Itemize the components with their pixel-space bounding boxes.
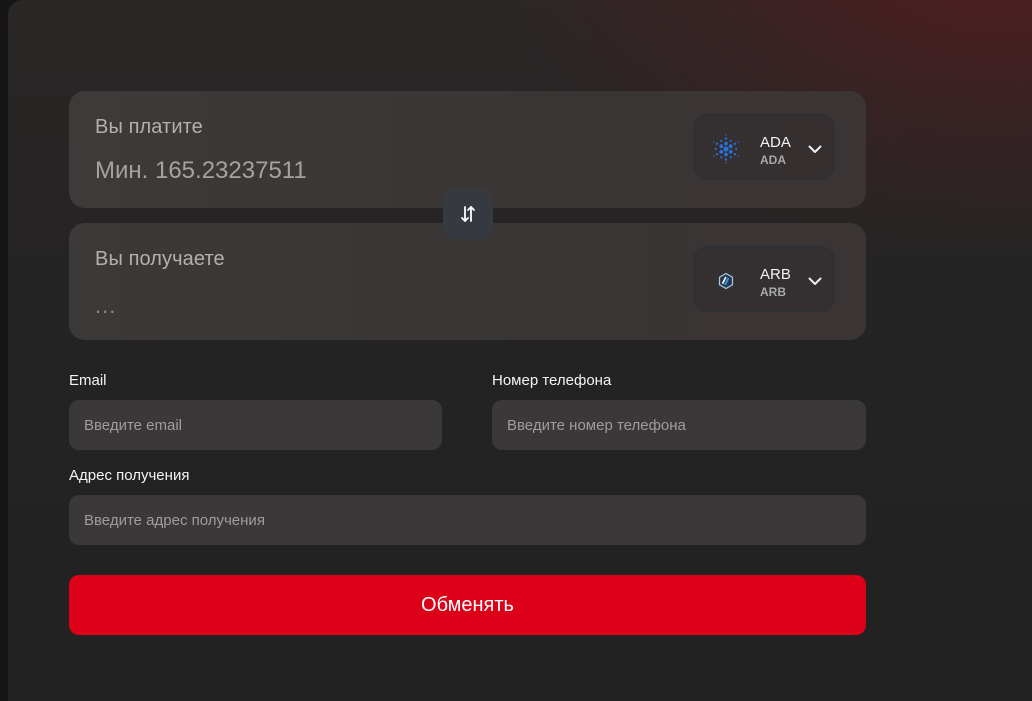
chevron-down-icon [808,145,822,153]
pay-label: Вы платите [95,116,203,138]
pay-token-network: ADA [760,153,786,167]
pay-token-symbol: ADA [760,134,791,151]
chevron-down-icon [808,277,822,285]
pay-amount-input[interactable]: Мин. 165.23237511 [95,157,307,185]
pay-token-select[interactable]: ADA ADA [693,114,835,180]
swap-arrows-icon [461,206,475,222]
address-label: Адрес получения [69,467,190,484]
receive-token-network: ARB [760,285,786,299]
receive-token-select[interactable]: ARB ARB [693,246,835,312]
email-field[interactable] [69,400,442,450]
receive-token-symbol: ARB [760,266,791,283]
receive-label: Вы получаете [95,248,225,270]
phone-field[interactable] [492,400,866,450]
page: Вы платите Мин. 165.23237511 ADA ADA Вы … [0,0,1032,701]
cardano-icon [713,134,739,164]
swap-direction-button[interactable] [443,189,493,239]
receive-amount: ... [95,293,117,318]
receive-card: Вы получаете ... ARB ARB [69,223,866,340]
email-label: Email [69,372,107,389]
exchange-panel: Вы платите Мин. 165.23237511 ADA ADA Вы … [8,0,1032,701]
phone-label: Номер телефона [492,372,612,389]
exchange-submit-button[interactable]: Обменять [69,575,866,635]
address-field[interactable] [69,495,866,545]
arbitrum-icon [718,272,734,290]
